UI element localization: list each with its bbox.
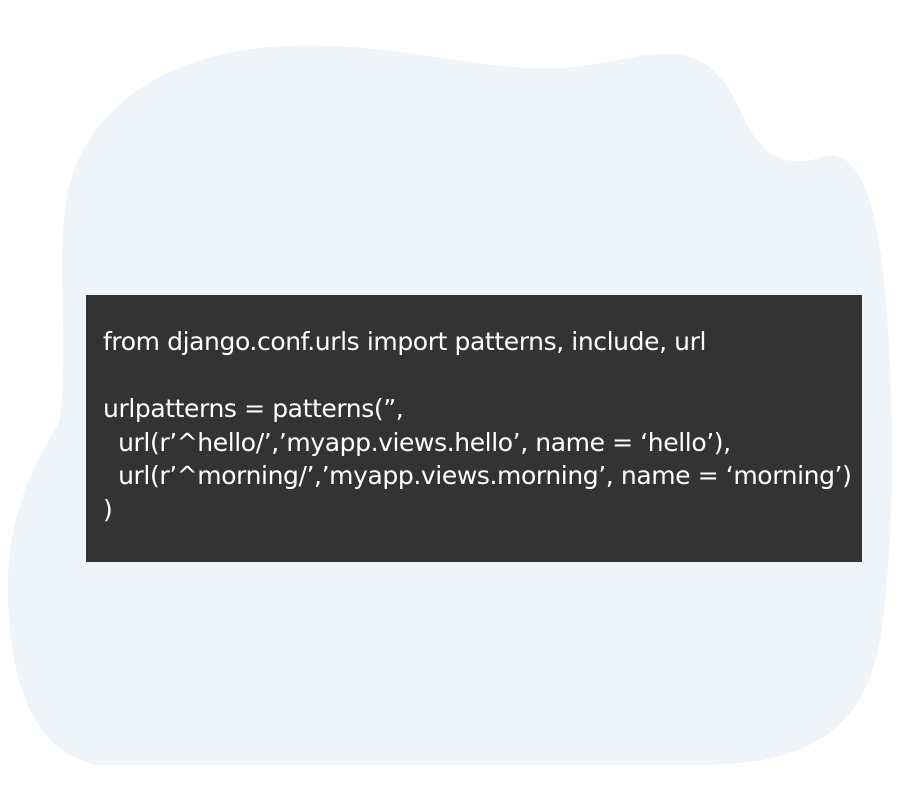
code-line-urlpatterns: urlpatterns = patterns(”, [103, 394, 404, 423]
code-line-import: from django.conf.urls import patterns, i… [103, 327, 707, 356]
code-line-url-hello: url(r’^hello/’,’myapp.views.hello’, name… [103, 427, 731, 457]
illustration-stage: from django.conf.urls import patterns, i… [0, 0, 900, 800]
code-line-close-paren: ) [103, 494, 113, 524]
code-line-url-morning: url(r’^morning/’,’myapp.views.morning’, … [103, 461, 852, 490]
code-block: from django.conf.urls import patterns, i… [86, 295, 862, 562]
